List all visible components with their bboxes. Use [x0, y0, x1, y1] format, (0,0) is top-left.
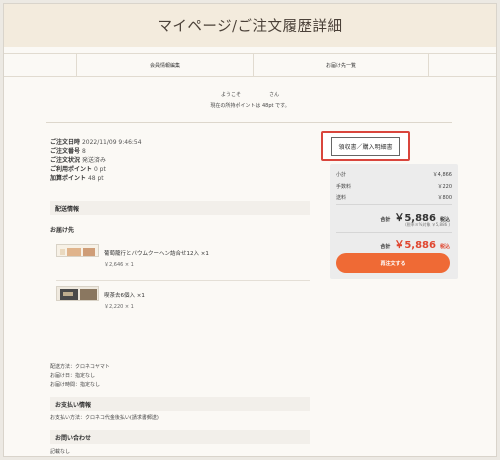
item-price: ￥2,220 × 1 — [104, 304, 134, 310]
receipt-button[interactable]: 領収書／購入明細書 — [331, 136, 400, 156]
item-price: ￥2,646 × 1 — [104, 262, 134, 268]
shipping-value: ￥800 — [437, 195, 452, 201]
welcome-suffix: さん — [269, 92, 280, 98]
welcome-prefix: ようこそ — [220, 92, 241, 98]
welcome-line: ようこそ さん — [4, 91, 496, 98]
points-used-row: ご利用ポイント 0 pt — [50, 165, 312, 174]
summary-divider — [336, 232, 452, 233]
subtotal-value: ￥4,866 — [432, 172, 452, 178]
inquiry-section-heading: お問い合わせ — [50, 430, 310, 444]
meta-value: 2022/11/09 9:46:54 — [81, 139, 142, 146]
meta-label: ご利用ポイント — [50, 166, 93, 173]
summary-divider — [336, 204, 452, 205]
delivery-time: お届け時間：指定なし — [50, 382, 101, 388]
shipping-method: 配送方法：クロネコヤマト — [50, 364, 110, 370]
subnav-blank-left — [4, 54, 77, 76]
meta-label: 加算ポイント — [50, 175, 87, 182]
grand-total-value: ￥5,886 — [394, 240, 436, 251]
shipping-details: 配送方法：クロネコヤマト お届け日：指定なし お届け時間：指定なし — [50, 363, 110, 390]
order-summary: 小計 ￥4,866 手数料 ￥220 送料 ￥800 合計 ￥5,886 税込 … — [330, 164, 458, 279]
meta-label: ご注文状況 — [50, 157, 81, 164]
deliver-to-label: お届け先 — [50, 227, 75, 234]
points-line: 現在の所持ポイントは 48pt です。 — [210, 103, 290, 109]
inquiry-text: 記載なし — [50, 449, 71, 455]
fee-value: ￥220 — [437, 184, 452, 190]
product-thumbnail — [56, 286, 99, 301]
subtotal-row: 小計 ￥4,866 — [336, 171, 452, 178]
grand-total-label: 合計 — [380, 244, 391, 250]
order-number-row: ご注文番号 8 — [50, 147, 312, 156]
product-image-icon — [57, 287, 98, 300]
meta-value: 発送済み — [81, 157, 106, 164]
grand-total-row: 合計 ￥5,886 税込 — [380, 236, 450, 251]
receipt-button-highlight: 領収書／購入明細書 — [321, 131, 410, 161]
order-item: 葡萄籠行とバウムクーヘン詰合せ12入 ×1 ￥2,646 × 1 — [56, 244, 310, 278]
payment-method: お支払い方法：クロネコ代金後払い(請求書郵送) — [50, 415, 159, 421]
subnav-delivery-addresses[interactable]: お届け先一覧 — [254, 54, 429, 76]
tax-note: (税率８%対象 ￥5,886 ) — [405, 222, 450, 227]
payment-section-heading: お支払い情報 — [50, 397, 310, 411]
subtotal-label: 小計 — [336, 172, 347, 178]
subnav-edit-member-info[interactable]: 会員情報編集 — [77, 54, 254, 76]
shipping-label: 送料 — [336, 195, 347, 201]
shipping-row: 送料 ￥800 — [336, 194, 452, 201]
meta-label: ご注文日時 — [50, 139, 81, 146]
subnav-blank-right — [429, 54, 496, 76]
grand-tax-label: 税込 — [439, 244, 450, 250]
order-status-row: ご注文状況 発送済み — [50, 156, 312, 165]
item-divider — [56, 280, 310, 281]
fee-row: 手数料 ￥220 — [336, 183, 452, 190]
fee-label: 手数料 — [336, 184, 352, 190]
delivery-date: お届け日：指定なし — [50, 373, 96, 379]
account-subnav: 会員情報編集 お届け先一覧 — [4, 53, 496, 77]
points-earned-row: 加算ポイント 48 pt — [50, 174, 312, 183]
reorder-button[interactable]: 再注文する — [336, 253, 450, 273]
page-frame: マイページ/ご注文履歴詳細 会員情報編集 お届け先一覧 ようこそ さん 現在の所持… — [3, 3, 497, 457]
meta-label: ご注文番号 — [50, 148, 81, 155]
page-title: マイページ/ご注文履歴詳細 — [157, 19, 343, 35]
page-header: マイページ/ご注文履歴詳細 — [4, 4, 496, 47]
item-name: 葡萄籠行とバウムクーヘン詰合せ12入 ×1 — [104, 251, 209, 257]
product-thumbnail — [56, 244, 99, 257]
order-meta: ご注文日時 2022/11/09 9:46:54 ご注文番号 8 ご注文状況 発… — [50, 138, 312, 183]
meta-value: 48 pt — [87, 175, 104, 182]
order-item: 喫茶去6個入 ×1 ￥2,220 × 1 — [56, 286, 310, 320]
delivery-section-heading: 配送情報 — [50, 201, 310, 215]
meta-value: 0 pt — [93, 166, 106, 173]
order-date-row: ご注文日時 2022/11/09 9:46:54 — [50, 138, 312, 147]
item-name: 喫茶去6個入 ×1 — [104, 293, 145, 299]
product-image-icon — [57, 245, 98, 256]
total-label: 合計 — [380, 217, 391, 223]
divider — [46, 122, 452, 123]
meta-value: 8 — [81, 148, 86, 155]
